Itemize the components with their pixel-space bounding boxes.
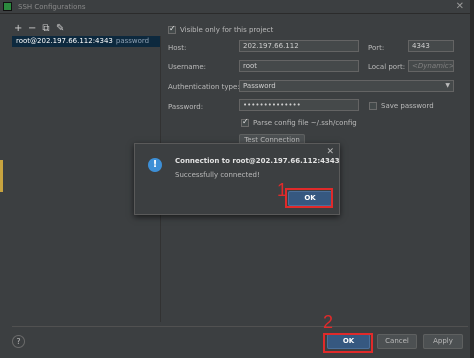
help-icon[interactable]: ? [12, 335, 25, 348]
port-label: Port: [368, 44, 385, 52]
ssh-configurations-window: SSH Configurations ✕ + − ⧉ ✎ root@202.19… [0, 0, 470, 358]
parse-config-label: Parse config file ~/.ssh/config [253, 119, 357, 127]
dialog-close-icon[interactable]: ✕ [326, 147, 334, 157]
apply-button[interactable]: Apply [423, 334, 463, 349]
right-edge-strip [470, 0, 474, 358]
save-password-row[interactable]: Save password [369, 102, 434, 110]
dialog-message: Successfully connected! [175, 171, 260, 179]
save-password-checkbox[interactable] [369, 102, 377, 110]
auth-type-value: Password [243, 82, 276, 90]
add-icon[interactable]: + [14, 24, 22, 36]
title-bar: SSH Configurations ✕ [0, 0, 470, 14]
username-input[interactable]: root [239, 60, 359, 72]
parse-config-checkbox[interactable] [241, 117, 249, 127]
window-close-icon[interactable]: ✕ [456, 1, 464, 12]
host-label: Host: [168, 44, 187, 52]
footer-divider [12, 326, 468, 327]
dialog-title: Connection to root@202.197.66.112:4343 [175, 157, 340, 165]
list-item-host: root@202.197.66.112:4343 [16, 37, 113, 45]
port-input[interactable]: 4343 [408, 40, 454, 52]
chevron-down-icon: ▼ [445, 82, 450, 89]
list-item-auth: password [115, 37, 150, 45]
window-title: SSH Configurations [18, 3, 86, 11]
local-port-input[interactable]: <Dynamic> [408, 60, 454, 72]
edit-icon[interactable]: ✎ [56, 24, 64, 36]
host-input[interactable]: 202.197.66.112 [239, 40, 359, 52]
step1-highlight [285, 188, 333, 208]
visible-only-label: Visible only for this project [180, 26, 274, 34]
password-input[interactable]: •••••••••••••• [239, 99, 359, 111]
remove-icon[interactable]: − [28, 24, 36, 36]
local-port-label: Local port: [368, 63, 406, 71]
save-password-label: Save password [381, 102, 434, 110]
auth-type-select[interactable]: Password ▼ [239, 80, 454, 92]
visible-only-checkbox[interactable] [168, 24, 176, 34]
step1-number: 1 [277, 180, 288, 200]
app-icon [3, 2, 12, 11]
copy-icon[interactable]: ⧉ [42, 24, 50, 36]
info-icon: ! [148, 158, 162, 172]
step2-highlight [323, 333, 373, 353]
visible-only-row[interactable]: Visible only for this project [168, 24, 274, 34]
list-item[interactable]: root@202.197.66.112:4343 password [12, 36, 160, 47]
left-edge-marker [0, 160, 3, 192]
parse-config-row[interactable]: Parse config file ~/.ssh/config [241, 117, 357, 127]
password-label: Password: [168, 103, 204, 111]
auth-type-label: Authentication type: [168, 83, 240, 91]
list-toolbar: + − ⧉ ✎ [14, 24, 64, 36]
cancel-button[interactable]: Cancel [377, 334, 417, 349]
step2-number: 2 [323, 312, 334, 332]
username-label: Username: [168, 63, 207, 71]
